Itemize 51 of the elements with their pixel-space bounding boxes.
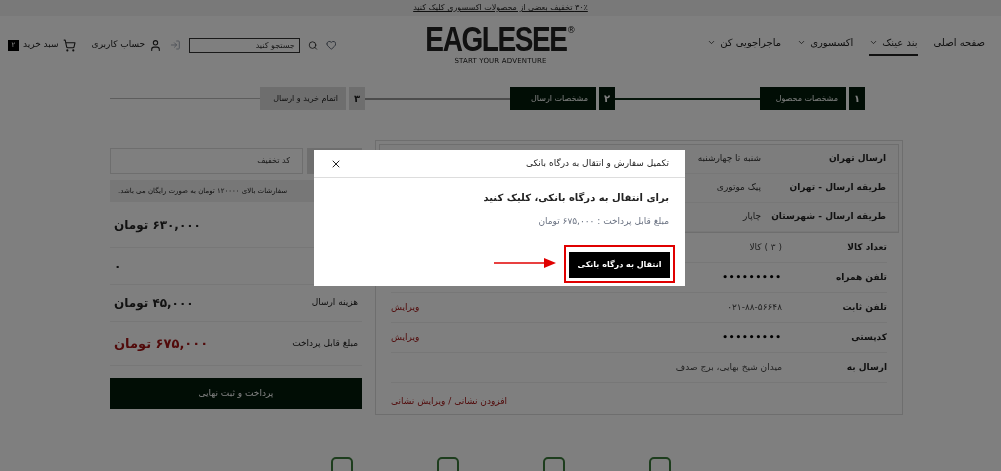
row-value: چاپار: [743, 210, 761, 224]
step-label: مشخصات محصول: [760, 87, 846, 110]
row-value: •••••••••: [722, 330, 782, 344]
amount-text: مبلغ قابل پرداخت : ۶۷۵,۰۰۰ تومان: [537, 215, 669, 228]
row-label: کدپستی: [850, 330, 887, 344]
promo-link[interactable]: ۳۰٪ تخفیف بعضی از محصولات اکسسوری کلیک کنید: [413, 2, 588, 14]
modal-message: برای انتقال به درگاه بانکی، کلیک کنید: [482, 191, 669, 205]
address-link[interactable]: افزودن نشانی / ویرایش نشانی: [391, 395, 508, 409]
row-label: تلفن ثابت: [841, 300, 887, 315]
row-value: ( ۳ ) کالا: [749, 240, 782, 254]
summary-label: مبلغ قابل پرداخت: [292, 336, 358, 350]
row-label: تلفن همراه: [834, 270, 887, 285]
row-value: •••••••••: [722, 270, 782, 284]
wishlist-icon: [325, 38, 337, 52]
cart-label[interactable]: سبد خرید: [23, 38, 59, 52]
discount-field[interactable]: کد تخفیف: [110, 148, 303, 174]
step-label: مشخصات ارسال: [510, 87, 596, 110]
summary-value: ۰: [114, 258, 122, 275]
summary-value: ۴۵,۰۰۰ تومان: [114, 295, 194, 312]
row-label: ارسال به: [845, 360, 887, 374]
row-label: طریقه ارسال - تهران: [788, 181, 886, 195]
nav-link[interactable]: صفحه اصلی: [933, 34, 985, 56]
row-value: شنبه تا چهارشنبه: [697, 152, 761, 166]
account-link[interactable]: حساب کاربری: [91, 38, 146, 52]
row-label: طریقه ارسال - شهرستان: [770, 210, 886, 224]
user-icon: [149, 38, 163, 52]
step-number: ۳: [349, 87, 365, 110]
row-value: پیک موتوری: [716, 181, 761, 195]
bank-gateway-button[interactable]: انتقال به درگاه بانکی: [569, 252, 670, 278]
summary-label: هزینه ارسال: [311, 296, 358, 310]
row-value: ۰۲۱-۸۸-۵۶۶۴۸: [727, 300, 782, 314]
nav-link[interactable]: اکسسوری: [797, 34, 854, 56]
edit-link[interactable]: ویرایش: [391, 330, 420, 345]
row-label: ارسال تهران: [827, 152, 886, 166]
nav-link[interactable]: ماجراجویی کن: [707, 34, 782, 56]
row-value: میدان شیخ بهایی، برج صدف: [675, 360, 782, 374]
summary-value: ۶۷۵,۰۰۰ تومان: [114, 334, 209, 353]
login-icon: [170, 38, 181, 52]
arrow-icon: [494, 258, 556, 268]
cart-icon: [62, 38, 76, 52]
search-field[interactable]: جستجو کنید: [188, 37, 300, 53]
step-number: ۱: [849, 87, 865, 110]
step-number: ۲: [599, 87, 615, 110]
edit-link[interactable]: ویرایش: [391, 300, 420, 315]
summary-value: ۶۳۰,۰۰۰ تومان: [114, 216, 201, 234]
row-label: تعداد کالا: [846, 240, 887, 254]
pay-button[interactable]: پرداخت و ثبت نهایی: [110, 378, 362, 409]
nav-link[interactable]: بند عینک: [869, 34, 918, 56]
search-icon: [307, 38, 318, 52]
step-label: اتمام خرید و ارسال: [260, 87, 346, 110]
modal-title: تکمیل سفارش و انتقال به درگاه بانکی: [525, 156, 669, 170]
